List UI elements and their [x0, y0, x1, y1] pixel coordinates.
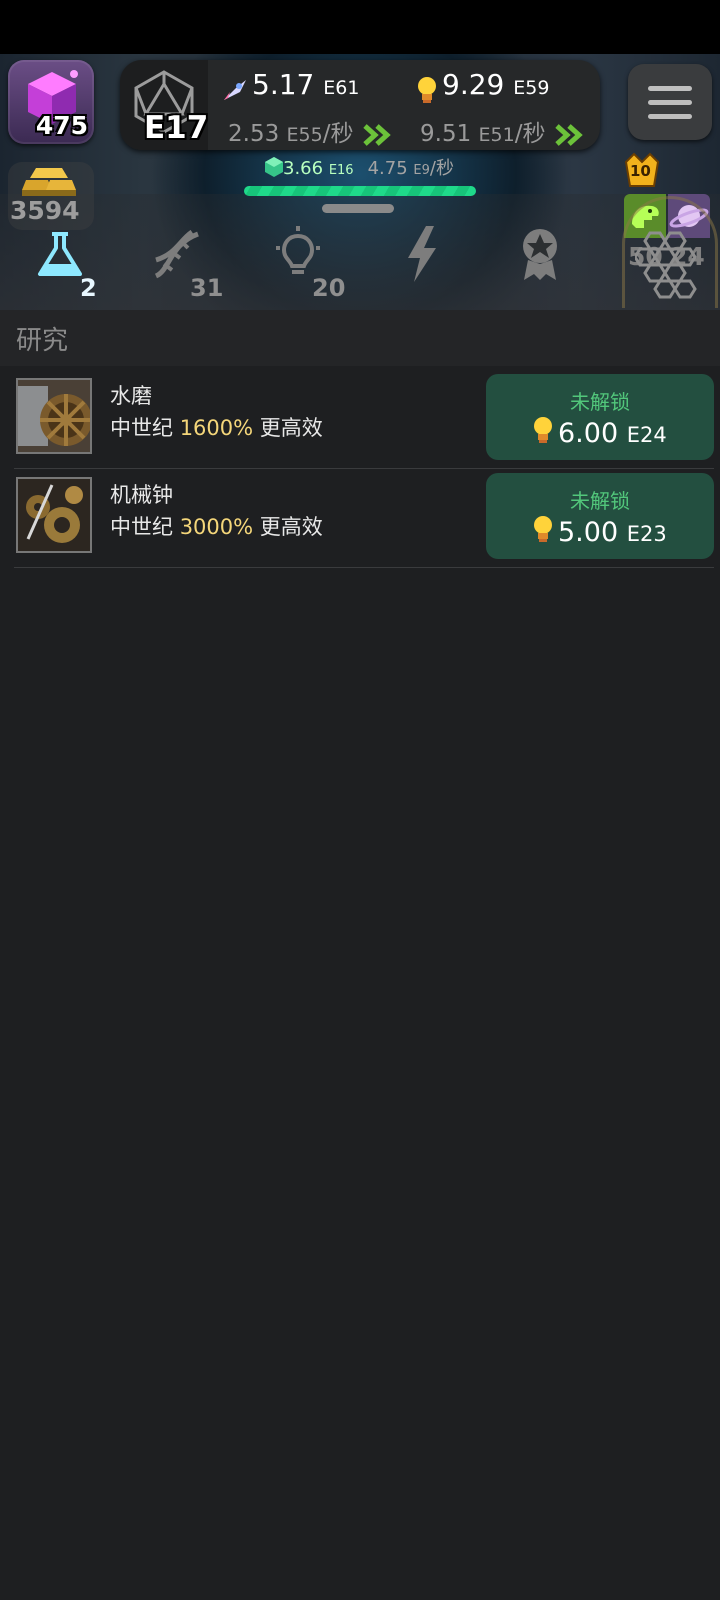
era-label: E17 [144, 110, 209, 146]
research-item-desc: 中世纪 1600% 更高效 [110, 416, 323, 440]
drag-handle[interactable] [322, 204, 394, 213]
lightning-icon [408, 226, 436, 282]
lightbulb-icon [534, 516, 552, 542]
crystal-button[interactable]: 475 [8, 60, 94, 144]
menu-button[interactable] [628, 64, 712, 140]
hexagon-hive-icon [635, 231, 697, 299]
research-item[interactable]: 机械钟 中世纪 3000% 更高效 未解锁 5.00 E23 [14, 469, 714, 568]
era-indicator[interactable]: E17 [120, 60, 208, 150]
tab-research[interactable]: 2 [12, 224, 108, 310]
flask-icon [38, 232, 82, 276]
boost-chevron-icon[interactable] [555, 123, 585, 146]
gem-amount: 3.66 E16 [283, 158, 354, 179]
mechanical-clock-image [16, 477, 92, 553]
boost-chevron-icon[interactable] [363, 123, 393, 146]
resource2-amount: 9.29 E59 [442, 68, 550, 101]
resource1-rate: 2.53 E55/秒 [228, 114, 393, 148]
unlock-button[interactable]: 未解锁 5.00 E23 [486, 473, 714, 559]
section-header: 研究 [0, 310, 720, 366]
menu-icon [648, 86, 692, 91]
tab-ideas[interactable]: 20 [256, 224, 352, 310]
research-item-name: 机械钟 [110, 483, 173, 507]
gem-progress-bar [244, 186, 476, 196]
tab-bar: 2 31 20 [0, 224, 720, 310]
tab-awards[interactable] [492, 224, 588, 310]
tab-ideas-count: 20 [312, 274, 346, 302]
section-title: 研究 [16, 326, 69, 356]
resource2-rate: 9.51 E51/秒 [420, 114, 585, 148]
unlock-cost: 5.00 E23 [558, 517, 667, 548]
gem-rate: 4.75 E9/秒 [367, 158, 454, 179]
gem-resource: 3.66 E16 4.75 E9/秒 [265, 154, 454, 180]
gold-bars-icon [22, 168, 76, 196]
tab-dna-count: 31 [190, 274, 224, 302]
research-item[interactable]: 水磨 中世纪 1600% 更高效 未解锁 6.00 E24 [14, 370, 714, 469]
dna-icon [154, 230, 199, 279]
unlock-status: 未解锁 [570, 390, 630, 414]
gem-progress-fill [244, 186, 476, 196]
waterwheel-image [16, 378, 92, 454]
crown-badge-level: 10 [630, 162, 651, 180]
tab-hive[interactable] [622, 196, 718, 308]
crystal-count: 475 [35, 111, 88, 140]
lightbulb-icon [418, 77, 436, 103]
tab-research-count: 2 [80, 274, 97, 302]
award-ribbon-icon [523, 229, 557, 280]
resource-panel[interactable]: E17 5.17 E61 9.29 E59 2.53 E55/秒 9.51 E5… [120, 60, 600, 150]
top-hud: 475 3594 E17 5.17 E61 9.29 E59 2.53 E55/… [0, 54, 720, 310]
unlock-cost: 6.00 E24 [558, 418, 667, 449]
green-gem-icon [265, 157, 283, 177]
rocket-icon [224, 80, 246, 100]
tab-power[interactable] [372, 224, 468, 310]
resource1-amount: 5.17 E61 [252, 68, 360, 101]
unlock-button[interactable]: 未解锁 6.00 E24 [486, 374, 714, 460]
status-bar [0, 0, 720, 54]
lightbulb-icon [534, 417, 552, 443]
tab-dna[interactable]: 31 [134, 224, 230, 310]
unlock-status: 未解锁 [570, 489, 630, 513]
gold-count: 3594 [10, 196, 80, 225]
research-item-desc: 中世纪 3000% 更高效 [110, 515, 323, 539]
research-item-name: 水磨 [110, 384, 152, 408]
